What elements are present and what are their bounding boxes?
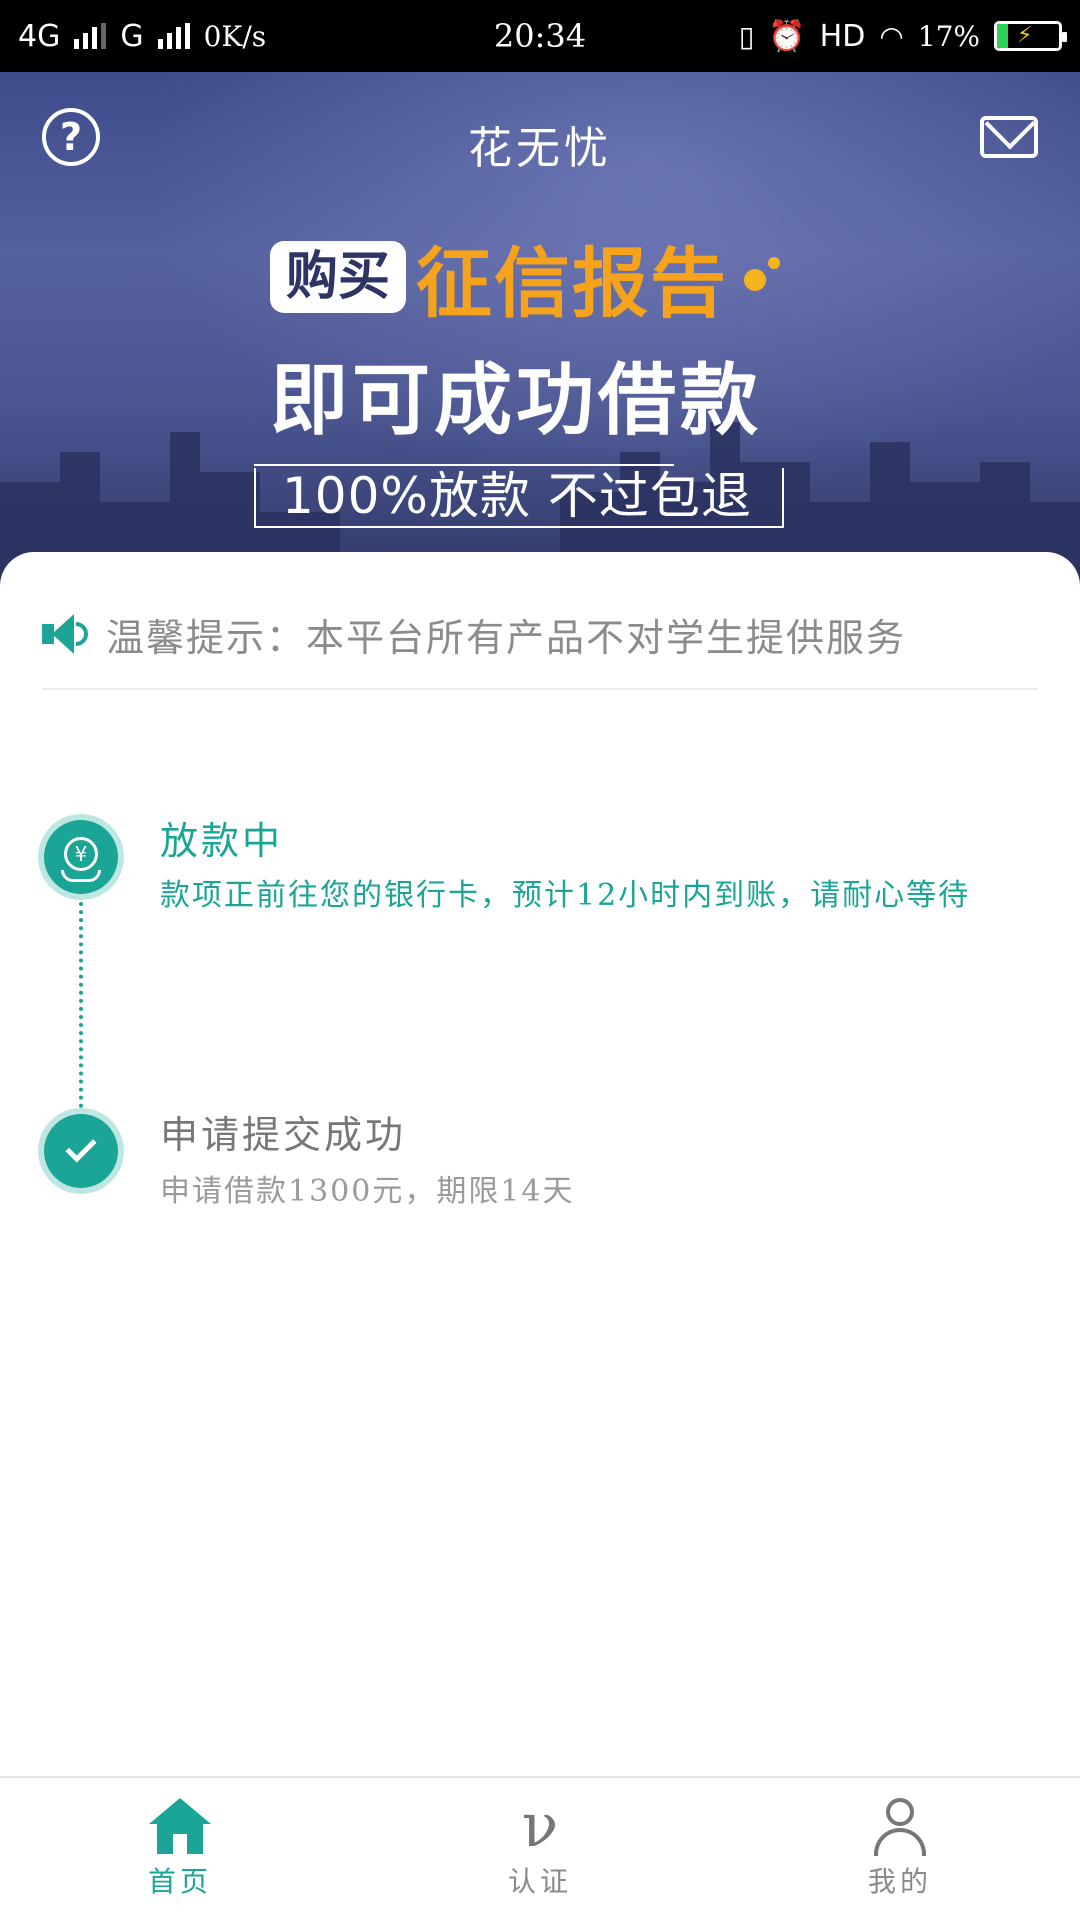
nav-label: 我的 — [867, 1865, 932, 1898]
home-icon — [149, 1798, 211, 1854]
alarm-icon: ⏰ — [768, 18, 806, 54]
bottom-nav: 首页 ν 认证 我的 — [0, 1776, 1080, 1920]
wifi-icon: ◠ — [879, 19, 904, 53]
hero-banner: ? 花无忧 购买 征信报告 即可成功借款 100%放款 不过包退 — [0, 72, 1080, 592]
signal-icon-2 — [157, 23, 190, 49]
status-right: ▯ ⏰ HD ◠ 17% ⚡ — [738, 18, 1067, 54]
promo-headline: 即可成功借款 — [270, 356, 763, 446]
status-left: 4G G 0K/s — [18, 19, 266, 54]
promo-banner[interactable]: 购买 征信报告 即可成功借款 100%放款 不过包退 — [254, 222, 830, 532]
nav-verify[interactable]: ν 认证 — [360, 1778, 720, 1920]
notice-bar: 温馨提示：本平台所有产品不对学生提供服务 — [42, 580, 1038, 690]
status-bar: 4G G 0K/s 20:34 ▯ ⏰ HD ◠ 17% ⚡ — [0, 0, 1080, 72]
notice-text: 温馨提示：本平台所有产品不对学生提供服务 — [106, 615, 907, 660]
decor-dots-icon — [738, 257, 781, 297]
nav-label: 首页 — [147, 1865, 212, 1898]
verify-icon: ν — [521, 1791, 559, 1861]
timeline-step-disbursing: ¥ — [44, 820, 118, 894]
nav-home[interactable]: 首页 — [0, 1778, 360, 1920]
step-title: 申请提交成功 — [160, 1113, 407, 1157]
person-icon — [872, 1798, 928, 1856]
main-card: 温馨提示：本平台所有产品不对学生提供服务 ¥ 放款中 款项正前往您的银行卡，预计… — [0, 552, 1080, 1777]
network-type-1: 4G — [18, 18, 61, 54]
money-hand-icon: ¥ — [44, 820, 118, 894]
vibrate-icon: ▯ — [738, 19, 755, 53]
mail-button[interactable] — [980, 116, 1038, 158]
app-title: 花无忧 — [468, 123, 612, 174]
promo-subline: 100%放款 不过包退 — [282, 467, 752, 525]
nav-mine[interactable]: 我的 — [720, 1778, 1080, 1920]
timeline-connector — [79, 902, 83, 1108]
step-desc: 申请借款1300元，期限14天 — [160, 1174, 575, 1209]
net-speed: 0K/s — [203, 19, 267, 53]
check-icon — [44, 1114, 118, 1188]
signal-icon — [74, 23, 107, 49]
speaker-icon — [42, 614, 88, 654]
step-title: 放款中 — [160, 819, 284, 863]
promo-badge: 购买 — [270, 241, 407, 313]
step-desc: 款项正前往您的银行卡，预计12小时内到账，请耐心等待 — [160, 878, 971, 913]
promo-subline-box: 100%放款 不过包退 — [254, 464, 790, 532]
timeline-step-submitted — [44, 1114, 118, 1188]
hd-label: HD — [819, 18, 866, 54]
promo-highlight: 征信报告 — [416, 239, 729, 328]
network-type-2: G — [120, 18, 144, 54]
battery-percent: 17% — [917, 19, 980, 53]
battery-icon: ⚡ — [994, 21, 1067, 51]
nav-label: 认证 — [507, 1865, 572, 1898]
